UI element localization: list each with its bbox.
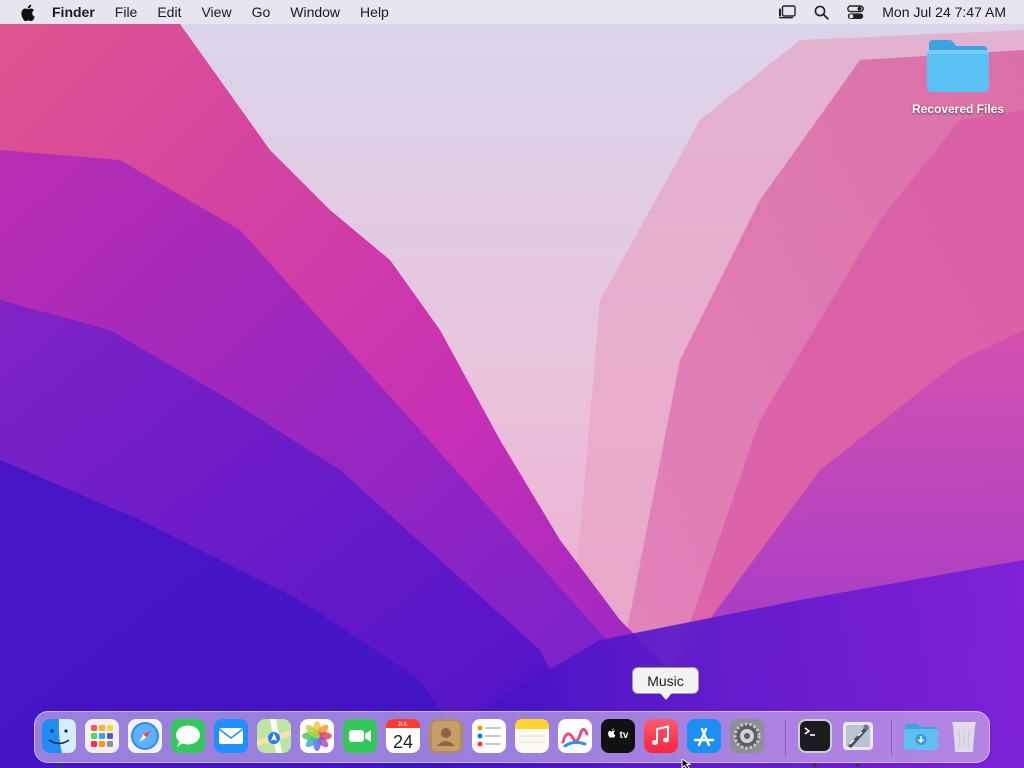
menu-edit[interactable]: Edit bbox=[147, 0, 191, 24]
menu-window[interactable]: Window bbox=[280, 0, 350, 24]
dock-item-app-store[interactable] bbox=[686, 718, 722, 756]
menu-app-name[interactable]: Finder bbox=[38, 0, 105, 24]
facetime-icon bbox=[343, 719, 377, 753]
dock-item-calendar[interactable]: JUL 24 bbox=[385, 718, 421, 756]
dock-item-launchpad[interactable] bbox=[84, 718, 120, 756]
dock-item-system-settings[interactable] bbox=[729, 718, 765, 756]
dock-item-notes[interactable] bbox=[514, 718, 550, 756]
freeform-icon bbox=[558, 719, 592, 753]
calendar-day: 24 bbox=[393, 732, 413, 752]
menu-bar: Finder File Edit View Go Window Help Mon… bbox=[0, 0, 1024, 24]
running-indicator bbox=[57, 763, 61, 767]
terminal-icon bbox=[798, 719, 832, 753]
mail-icon bbox=[214, 719, 248, 753]
dock-tooltip: Music bbox=[632, 667, 699, 700]
dock-item-downloads[interactable] bbox=[903, 718, 939, 756]
dock-item-freeform[interactable] bbox=[557, 718, 593, 756]
photos-icon bbox=[300, 719, 334, 753]
maps-icon bbox=[257, 719, 291, 753]
music-icon bbox=[644, 719, 678, 753]
downloads-folder-icon bbox=[904, 724, 938, 750]
launchpad-icon bbox=[85, 719, 119, 753]
menu-file[interactable]: File bbox=[105, 0, 148, 24]
dock-item-maps[interactable] bbox=[256, 718, 292, 756]
app-store-icon bbox=[687, 719, 721, 753]
control-center-icon[interactable] bbox=[838, 0, 872, 24]
dock-item-tv[interactable]: tv bbox=[600, 718, 636, 756]
dock-item-mail[interactable] bbox=[213, 718, 249, 756]
dock-item-reminders[interactable] bbox=[471, 718, 507, 756]
settings-icon bbox=[730, 719, 764, 753]
dock-item-finder[interactable] bbox=[41, 718, 77, 767]
dock-separator bbox=[785, 720, 786, 756]
reminders-icon bbox=[472, 719, 506, 753]
tv-label: tv bbox=[620, 730, 629, 741]
stage-manager-icon[interactable] bbox=[770, 0, 804, 24]
calendar-icon: JUL 24 bbox=[386, 719, 420, 753]
contacts-icon bbox=[429, 719, 463, 753]
dock-item-contacts[interactable] bbox=[428, 718, 464, 756]
dock-item-messages[interactable] bbox=[170, 718, 206, 756]
dock-item-trash[interactable] bbox=[946, 718, 982, 756]
desktop-folder-recovered-files[interactable]: Recovered Files bbox=[900, 36, 1016, 116]
dock-item-terminal[interactable] bbox=[797, 718, 833, 767]
apple-menu-icon[interactable] bbox=[16, 1, 38, 23]
dock-item-photos[interactable] bbox=[299, 718, 335, 756]
dock-item-safari[interactable] bbox=[127, 718, 163, 756]
running-indicator bbox=[813, 763, 817, 767]
mouse-cursor-icon bbox=[681, 759, 692, 768]
dock-item-facetime[interactable] bbox=[342, 718, 378, 756]
search-icon[interactable] bbox=[804, 0, 838, 24]
menu-clock[interactable]: Mon Jul 24 7:47 AM bbox=[872, 4, 1024, 20]
tv-icon: tv bbox=[601, 719, 635, 753]
dock-separator bbox=[891, 720, 892, 756]
menu-view[interactable]: View bbox=[191, 0, 241, 24]
folder-icon bbox=[927, 40, 989, 92]
desktop-item-label: Recovered Files bbox=[911, 102, 1005, 116]
menu-help[interactable]: Help bbox=[350, 0, 399, 24]
notes-icon bbox=[515, 719, 549, 753]
trash-icon bbox=[952, 722, 976, 752]
running-indicator bbox=[856, 763, 860, 767]
desktop-wallpaper bbox=[0, 0, 1024, 768]
dock-item-music[interactable] bbox=[643, 718, 679, 756]
dock: JUL 24 tv bbox=[34, 711, 990, 767]
calendar-month: JUL bbox=[398, 722, 409, 728]
menu-go[interactable]: Go bbox=[242, 0, 281, 24]
dock-item-script-editor[interactable] bbox=[840, 718, 876, 767]
script-editor-icon bbox=[843, 722, 873, 750]
finder-icon bbox=[42, 719, 76, 753]
messages-icon bbox=[171, 719, 205, 753]
safari-icon bbox=[128, 719, 162, 753]
